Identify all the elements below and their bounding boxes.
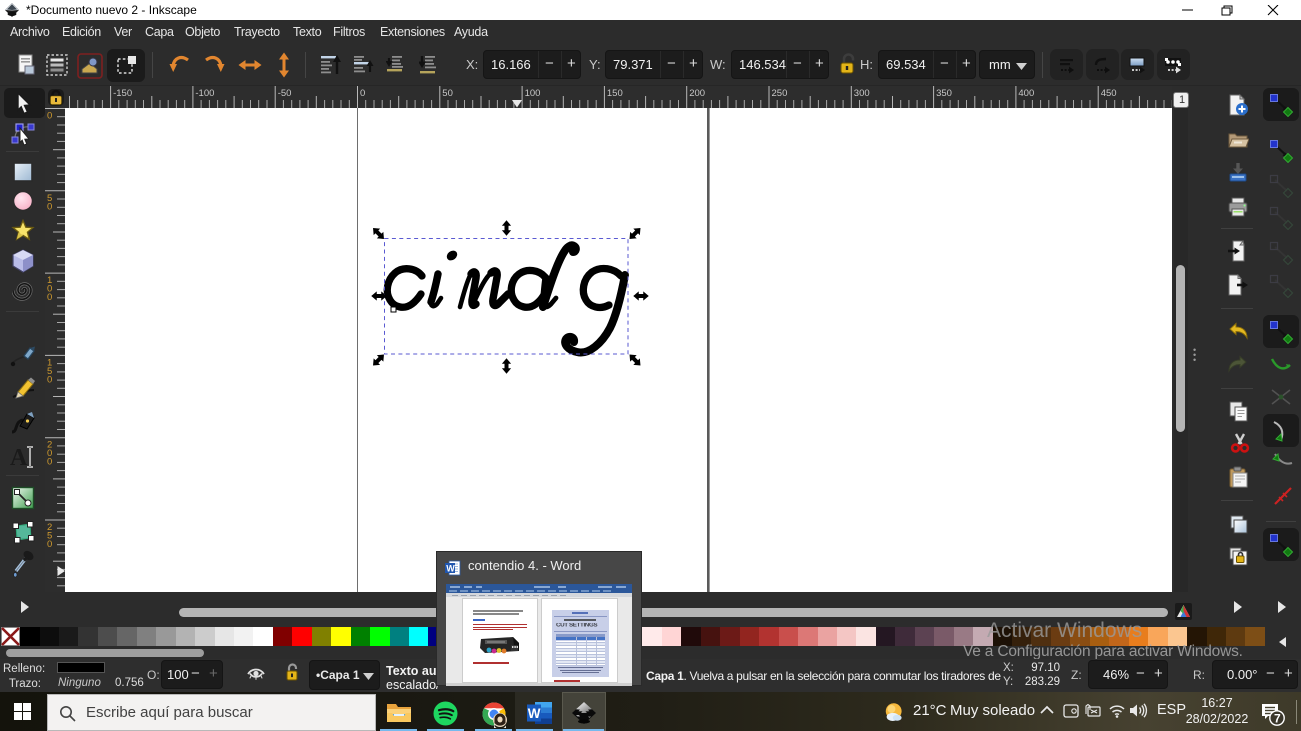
- svg-text:0: 0: [47, 292, 52, 303]
- svg-text:150: 150: [607, 88, 623, 99]
- svg-text:450: 450: [1101, 88, 1117, 99]
- svg-text:0: 0: [47, 111, 52, 122]
- svg-text:250: 250: [772, 88, 788, 99]
- svg-text:350: 350: [936, 88, 952, 99]
- svg-text:100: 100: [525, 88, 541, 99]
- svg-text:7: 7: [1274, 712, 1281, 726]
- svg-text:200: 200: [689, 88, 705, 99]
- svg-text:0: 0: [47, 539, 52, 550]
- svg-text:-100: -100: [195, 88, 214, 99]
- svg-text:0: 0: [47, 457, 52, 468]
- svg-text:W: W: [528, 706, 541, 721]
- svg-text:-150: -150: [113, 88, 132, 99]
- svg-text:300: 300: [854, 88, 870, 99]
- svg-text:0: 0: [360, 88, 365, 99]
- svg-text:50: 50: [442, 88, 453, 99]
- svg-text:-50: -50: [278, 88, 292, 99]
- svg-text:A: A: [10, 445, 28, 470]
- svg-text:W: W: [446, 563, 455, 573]
- svg-text:0: 0: [47, 374, 52, 385]
- svg-text:0: 0: [47, 201, 52, 212]
- svg-text:400: 400: [1018, 88, 1034, 99]
